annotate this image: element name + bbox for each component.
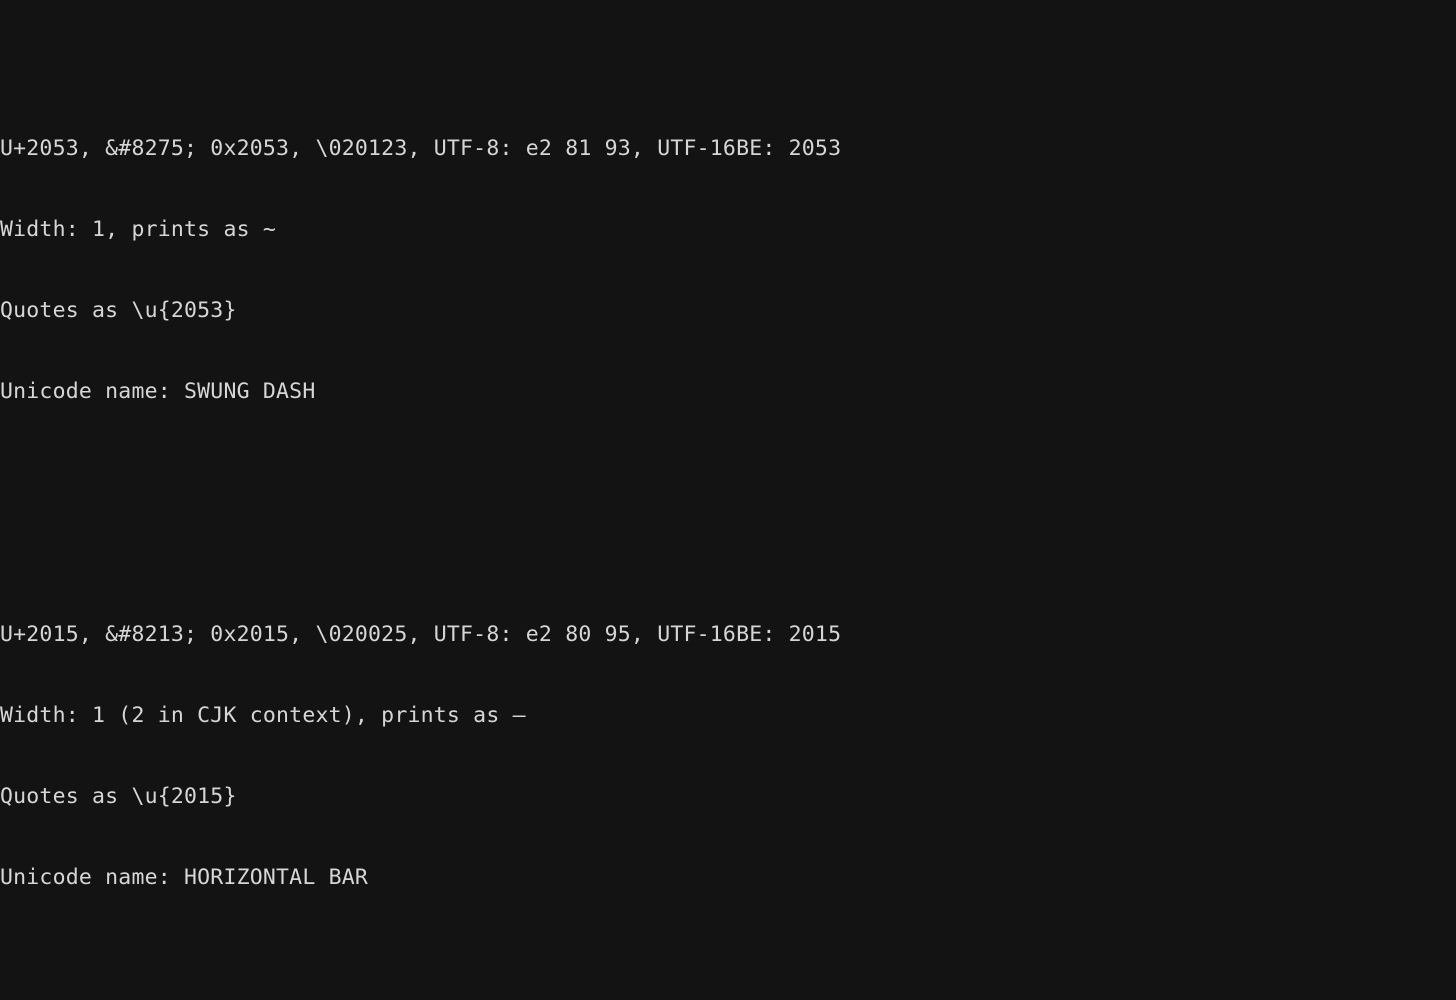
- output-line: U+2015, &#8213; 0x2015, \020025, UTF-8: …: [0, 621, 1456, 648]
- char-block: U+2015, &#8213; 0x2015, \020025, UTF-8: …: [0, 567, 1456, 945]
- terminal[interactable]: U+2053, &#8275; 0x2053, \020123, UTF-8: …: [0, 0, 1456, 1000]
- output-line: Unicode name: SWUNG DASH: [0, 378, 1456, 405]
- output-line: Unicode name: HORIZONTAL BAR: [0, 864, 1456, 891]
- output-line: Width: 1, prints as ~: [0, 216, 1456, 243]
- output-line: Width: 1 (2 in CJK context), prints as —: [0, 702, 1456, 729]
- output-line: Quotes as \u{2053}: [0, 297, 1456, 324]
- char-block: U+2053, &#8275; 0x2053, \020123, UTF-8: …: [0, 81, 1456, 459]
- terminal-output: U+2053, &#8275; 0x2053, \020123, UTF-8: …: [0, 0, 1456, 1000]
- output-line: U+2053, &#8275; 0x2053, \020123, UTF-8: …: [0, 135, 1456, 162]
- output-line: Quotes as \u{2015}: [0, 783, 1456, 810]
